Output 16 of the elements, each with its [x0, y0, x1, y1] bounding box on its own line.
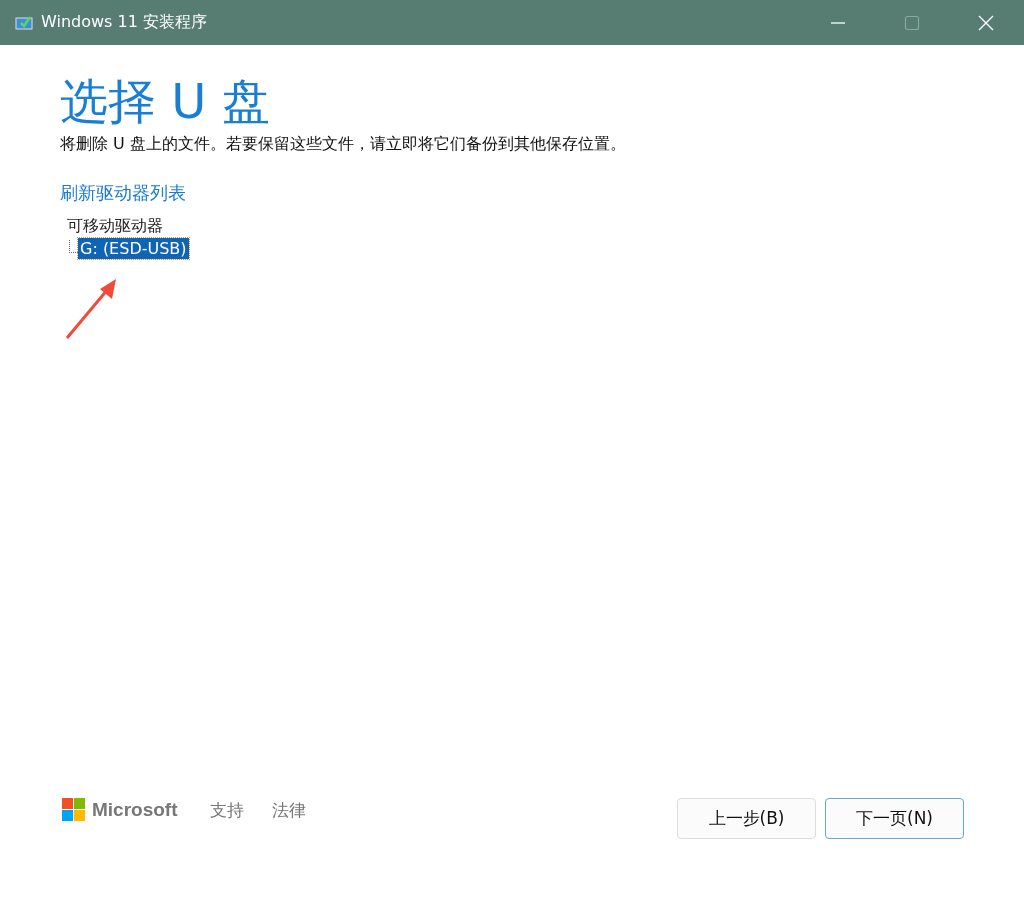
- page-heading: 选择 U 盘: [60, 75, 271, 128]
- annotation-arrow: [64, 277, 118, 341]
- tree-item[interactable]: G: (ESD-USB): [78, 237, 189, 259]
- setup-app-icon: [15, 14, 33, 31]
- nav-button[interactable]: 上一步(B): [677, 798, 816, 839]
- footer-link[interactable]: 支持: [209, 799, 244, 822]
- footer-link[interactable]: 法律: [271, 799, 306, 822]
- window-title: Windows 11 安装程序: [41, 12, 207, 33]
- microsoft-logo-icon: [62, 798, 85, 821]
- brand-name: Microsoft: [92, 798, 178, 821]
- description-text: 将删除 U 盘上的文件。若要保留这些文件，请立即将它们备份到其他保存位置。: [60, 133, 627, 155]
- nav-button[interactable]: 下一页(N): [825, 798, 964, 839]
- refresh-link[interactable]: 刷新驱动器列表: [60, 180, 186, 205]
- tree-item[interactable]: 可移动驱动器: [65, 214, 165, 238]
- close-icon[interactable]: [978, 14, 994, 31]
- maximize-icon: [904, 14, 920, 31]
